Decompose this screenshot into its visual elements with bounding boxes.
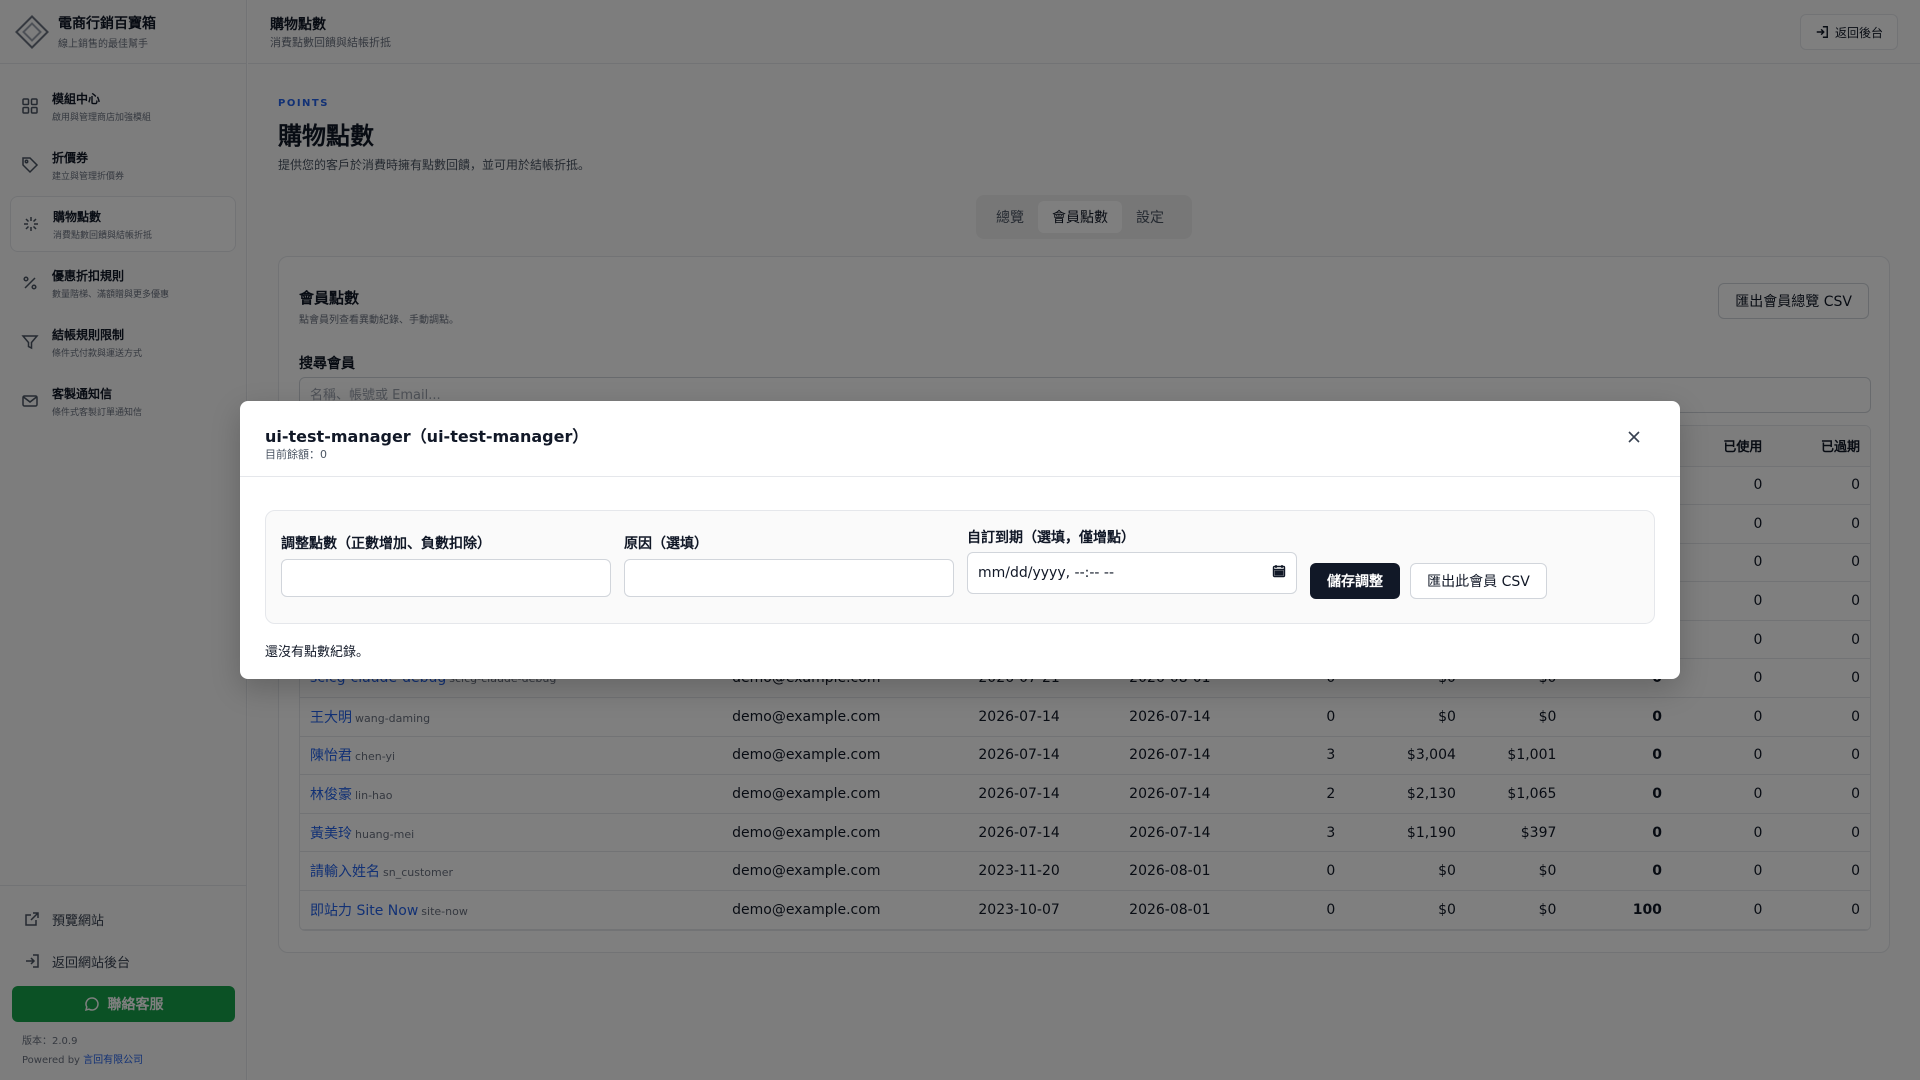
adjust-points-modal: ui-test-manager（ui-test-manager） 目前餘額：0 …: [240, 401, 1680, 679]
calendar-icon[interactable]: [1272, 564, 1286, 582]
points-field-label: 調整點數（正數增加、負數扣除）: [281, 536, 491, 552]
modal-title: ui-test-manager（ui-test-manager）: [265, 427, 589, 446]
reason-input[interactable]: [624, 559, 954, 597]
expiry-datetime-input[interactable]: mm/dd/yyyy, --:-- --: [967, 552, 1297, 594]
expiry-field-label: 自訂到期（選填，僅增點）: [967, 530, 1135, 546]
reason-field-label: 原因（選填）: [624, 536, 708, 552]
expiry-datetime-value: mm/dd/yyyy, --:-- --: [978, 565, 1115, 581]
points-input[interactable]: [281, 559, 611, 597]
empty-records-text: 還沒有點數紀錄。: [265, 645, 370, 660]
modal-balance: 目前餘額：0: [265, 448, 327, 461]
save-adjustment-button[interactable]: 儲存調整: [1310, 563, 1400, 599]
export-member-csv-button[interactable]: 匯出此會員 CSV: [1410, 563, 1547, 599]
modal-header: ui-test-manager（ui-test-manager） 目前餘額：0: [240, 401, 1680, 477]
adjust-form: 調整點數（正數增加、負數扣除） 原因（選填） 自訂到期（選填，僅增點） mm/d…: [265, 510, 1655, 624]
close-icon[interactable]: [1624, 427, 1644, 447]
